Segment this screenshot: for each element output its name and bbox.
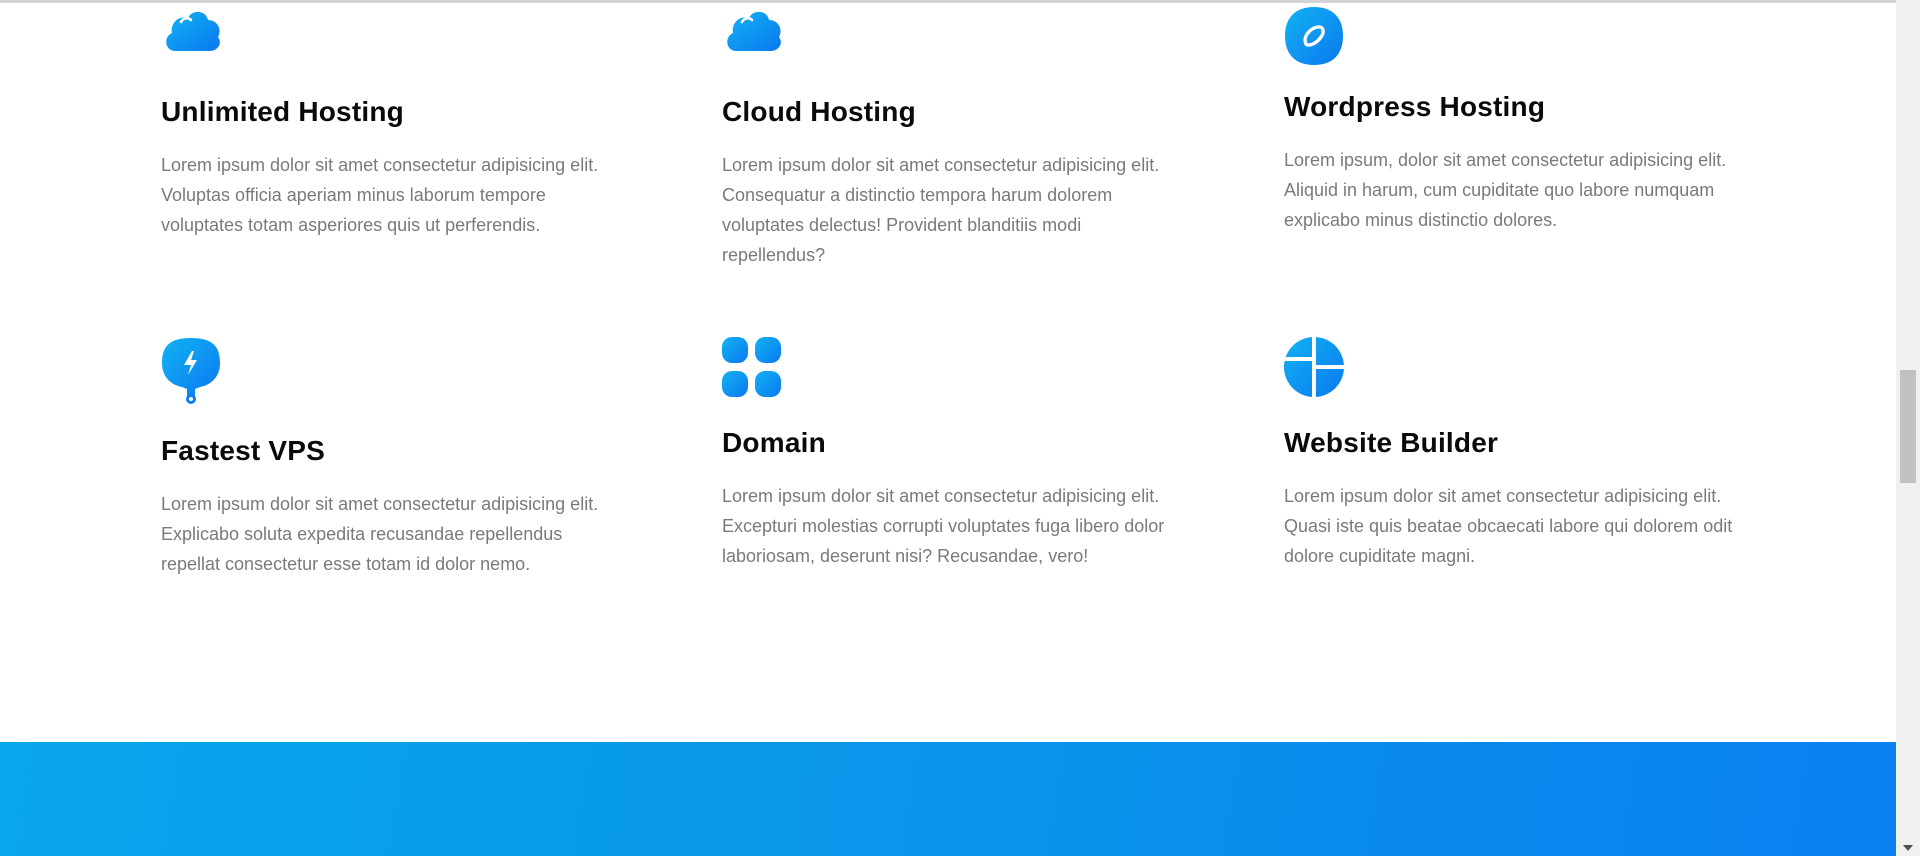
page-viewport: Unlimited Hosting Lorem ipsum dolor sit … xyxy=(0,0,1896,856)
feature-title: Fastest VPS xyxy=(161,435,326,466)
feature-cloud-hosting: Cloud Hosting Lorem ipsum dolor sit amet… xyxy=(722,6,1192,270)
description-line: Excepturi molestias corrupti voluptates … xyxy=(722,516,1165,536)
description-line: dolore cupiditate magni. xyxy=(1284,546,1476,566)
description-line: voluptates totam asperiores quis ut perf… xyxy=(161,215,541,235)
description-line: Lorem ipsum dolor sit amet consectetur a… xyxy=(722,486,1160,506)
description-line: Lorem ipsum dolor sit amet consectetur a… xyxy=(722,155,1160,175)
feature-title: Cloud Hosting xyxy=(722,96,916,127)
description-line: repellat consectetur esse totam id dolor… xyxy=(161,554,531,574)
description-line: Explicabo soluta expedita recusandae rep… xyxy=(161,524,563,544)
cloud-icon xyxy=(727,11,781,51)
description-line: voluptates delectus! Provident blanditii… xyxy=(722,215,1082,235)
feature-unlimited-hosting: Unlimited Hosting Lorem ipsum dolor sit … xyxy=(161,6,631,240)
feature-description: Lorem ipsum dolor sit amet consectetur a… xyxy=(722,481,1192,571)
description-line: repellendus? xyxy=(722,245,826,265)
wordpress-icon xyxy=(1285,7,1343,65)
scroll-down-arrow-icon[interactable] xyxy=(1903,845,1913,851)
footer-gradient-band xyxy=(0,742,1896,856)
feature-title: Wordpress Hosting xyxy=(1284,91,1546,122)
feature-description: Lorem ipsum dolor sit amet consectetur a… xyxy=(161,489,631,579)
feature-title: Unlimited Hosting xyxy=(161,96,404,127)
description-line: Voluptas officia aperiam minus laborum t… xyxy=(161,185,546,205)
feature-description: Lorem ipsum, dolor sit amet consectetur … xyxy=(1284,145,1754,235)
feature-wordpress-hosting: Wordpress Hosting Lorem ipsum, dolor sit… xyxy=(1284,6,1754,235)
top-border xyxy=(0,0,1896,3)
description-line: Quasi iste quis beatae obcaecati labore … xyxy=(1284,516,1733,536)
feature-fastest-vps: Fastest VPS Lorem ipsum dolor sit amet c… xyxy=(161,337,631,579)
feature-description: Lorem ipsum dolor sit amet consectetur a… xyxy=(722,150,1192,270)
grid-icon xyxy=(722,337,781,397)
feature-website-builder: Website Builder Lorem ipsum dolor sit am… xyxy=(1284,337,1754,571)
description-line: Lorem ipsum dolor sit amet consectetur a… xyxy=(1284,486,1722,506)
description-line: Consequatur a distinctio tempora harum d… xyxy=(722,185,1113,205)
description-line: Aliquid in harum, cum cupiditate quo lab… xyxy=(1284,180,1715,200)
lightning-icon xyxy=(162,338,220,404)
description-line: Lorem ipsum dolor sit amet consectetur a… xyxy=(161,494,599,514)
cloud-icon xyxy=(166,11,220,51)
feature-description: Lorem ipsum dolor sit amet consectetur a… xyxy=(1284,481,1754,571)
description-line: Lorem ipsum, dolor sit amet consectetur … xyxy=(1284,150,1727,170)
feature-title: Domain xyxy=(722,427,826,458)
description-line: explicabo minus distinctio dolores. xyxy=(1284,210,1558,230)
pie-chart-icon xyxy=(1284,337,1344,397)
vertical-scrollbar[interactable] xyxy=(1896,0,1920,856)
feature-title: Website Builder xyxy=(1284,427,1499,458)
scrollbar-thumb[interactable] xyxy=(1900,370,1916,483)
description-line: laboriosam, deserunt nisi? Recusandae, v… xyxy=(722,546,1089,566)
feature-description: Lorem ipsum dolor sit amet consectetur a… xyxy=(161,150,631,240)
description-line: Lorem ipsum dolor sit amet consectetur a… xyxy=(161,155,599,175)
feature-domain: Domain Lorem ipsum dolor sit amet consec… xyxy=(722,337,1192,571)
